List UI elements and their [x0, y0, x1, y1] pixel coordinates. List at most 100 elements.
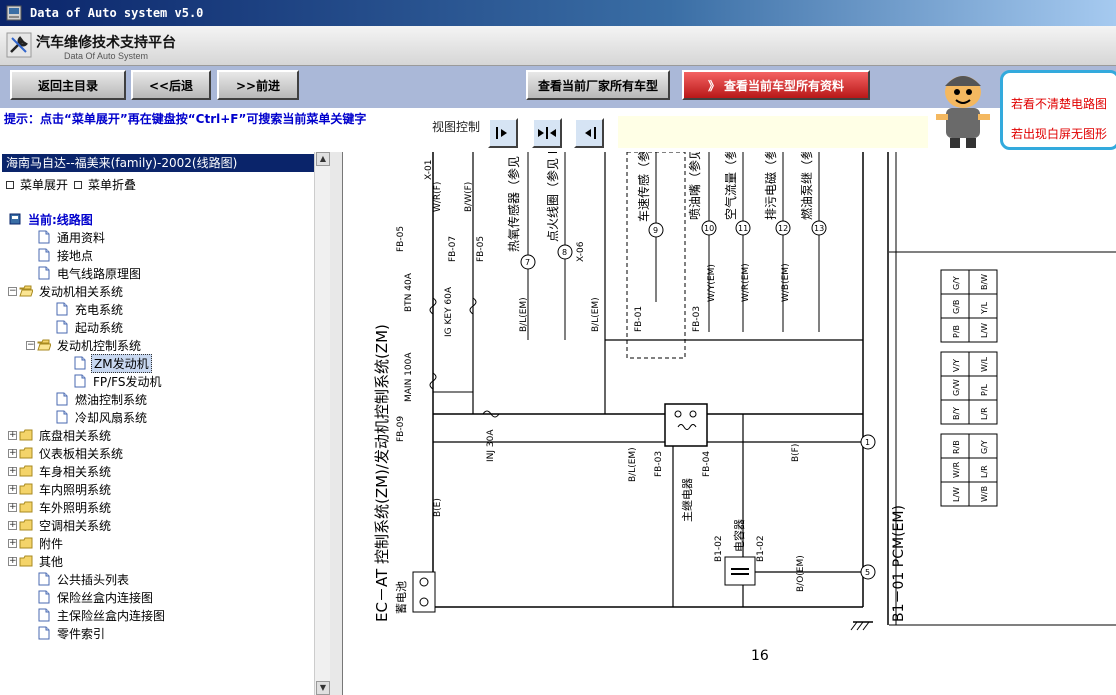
forward-button[interactable]: >>前进 — [217, 70, 299, 100]
tree-node-label: 起动系统 — [75, 320, 124, 335]
tree-node-label: 冷却风扇系统 — [75, 410, 148, 425]
tree-node[interactable]: + 其他 — [4, 552, 314, 570]
tree-node[interactable]: 主保险丝盒内连接图 — [4, 606, 314, 624]
capacitor — [724, 556, 756, 586]
tree-node[interactable]: FP/FS发动机 — [4, 372, 314, 390]
pane-splitter[interactable] — [330, 152, 342, 695]
window-title: Data of Auto system v5.0 — [30, 6, 204, 20]
wire-label: B(F) — [791, 444, 801, 462]
ref-circle: 9 — [648, 222, 664, 238]
tree-node[interactable]: + 空调相关系统 — [4, 516, 314, 534]
pcm-pin-label: G/Y — [980, 440, 989, 454]
view-split-button[interactable] — [532, 118, 562, 148]
expand-toggle-icon[interactable]: + — [8, 448, 17, 458]
tree-node[interactable]: − 发动机相关系统 — [4, 282, 314, 300]
tree-node[interactable]: + 附件 — [4, 534, 314, 552]
expand-toggle-icon[interactable]: + — [8, 538, 17, 548]
view-right-pane-button[interactable] — [574, 118, 604, 148]
tree-node-label: 电气线路原理图 — [57, 266, 142, 281]
expand-toggle-icon[interactable]: + — [8, 556, 17, 566]
tree-node[interactable]: 燃油控制系统 — [4, 390, 314, 408]
tree-node[interactable]: − 发动机控制系统 — [4, 336, 314, 354]
tree-node[interactable]: 接地点 — [4, 246, 314, 264]
tree-node[interactable]: ZM发动机 — [4, 353, 314, 373]
ref-circle: 7 — [520, 254, 536, 270]
page-number: 16 — [751, 648, 769, 664]
tree-node[interactable]: 冷却风扇系统 — [4, 408, 314, 426]
scroll-up-icon[interactable]: ▲ — [316, 152, 330, 166]
tree-node[interactable]: + 车外照明系统 — [4, 498, 314, 516]
wiring-diagram-view[interactable]: EC－AT 控制系统(ZM)/发动机控制系统(ZM) B1－01 PCM(EM)… — [342, 152, 1116, 695]
connector-id: B1-02 — [756, 535, 766, 562]
window-title-bar: Data of Auto system v5.0 — [0, 0, 1116, 26]
pcm-pin-label: W/R — [952, 461, 961, 478]
tree-node[interactable]: 当前:线路图 — [4, 210, 314, 228]
tree-node[interactable]: 起动系统 — [4, 318, 314, 336]
svg-text:11: 11 — [738, 224, 748, 233]
yellow-strip — [618, 116, 928, 148]
ref-circle: 10 — [701, 220, 717, 236]
ref-text: 空气流量（参见 B－ — [723, 152, 738, 220]
tree-node-label: 发动机控制系统 — [57, 338, 142, 353]
collapse-toggle-icon[interactable]: − — [26, 340, 35, 350]
connector-id: X-01 — [424, 160, 434, 180]
expand-toggle-icon[interactable]: + — [8, 520, 17, 530]
expand-toggle-icon[interactable]: + — [8, 484, 17, 494]
tree-node[interactable]: 通用资料 — [4, 228, 314, 246]
document-icon — [38, 626, 50, 640]
tree-node[interactable]: + 仪表板相关系统 — [4, 444, 314, 462]
svg-text:12: 12 — [778, 224, 788, 233]
pcm-pin-label: G/Y — [952, 276, 961, 290]
ref-circle: 1 — [860, 434, 876, 450]
expand-toggle-icon[interactable]: + — [8, 502, 17, 512]
tree-node[interactable]: + 底盘相关系统 — [4, 426, 314, 444]
folder-icon — [19, 447, 33, 459]
tree-node-label: 接地点 — [57, 248, 94, 263]
expand-toggle-icon[interactable]: + — [8, 466, 17, 476]
document-icon — [56, 392, 68, 406]
fuse-label: BTN 40A — [404, 272, 414, 312]
connector-id: FB-05 — [476, 236, 486, 262]
tree-node-label: 公共插头列表 — [57, 572, 130, 587]
tree-node-label: 零件索引 — [57, 626, 106, 641]
tree-node-label: FP/FS发动机 — [93, 374, 162, 389]
tree-node[interactable]: + 车身相关系统 — [4, 462, 314, 480]
folder-icon — [19, 537, 33, 549]
square-icon — [6, 180, 14, 189]
connector-id: FB-07 — [448, 236, 458, 262]
tree-node-label: 发动机相关系统 — [39, 284, 124, 299]
view-left-pane-button[interactable] — [488, 118, 518, 148]
wire-label: B(E) — [433, 498, 443, 517]
left-tree-panel: 海南马自达--福美来(family)-2002(线路图) 菜单展开 菜单折叠 当… — [0, 152, 330, 695]
tree-node-label: 当前:线路图 — [28, 212, 93, 227]
connector-id: FB-09 — [396, 416, 406, 442]
collapse-menu-link[interactable]: 菜单折叠 — [74, 176, 136, 193]
tree-node[interactable]: 公共插头列表 — [4, 570, 314, 588]
tree-node[interactable]: 充电系统 — [4, 300, 314, 318]
expand-menu-link[interactable]: 菜单展开 — [6, 176, 68, 193]
tree-scrollbar[interactable]: ▲ ▼ — [314, 152, 330, 695]
current-vehicle-crumb: 海南马自达--福美来(family)-2002(线路图) — [2, 154, 314, 172]
expand-toggle-icon[interactable]: + — [8, 430, 17, 440]
ref-text: 喷油嘴（参见 B－ — [687, 152, 702, 220]
tree-root-icon — [9, 213, 21, 225]
scroll-down-icon[interactable]: ▼ — [316, 681, 330, 695]
pcm-pin-label: G/W — [952, 379, 961, 396]
home-button[interactable]: 返回主目录 — [10, 70, 126, 100]
tree-node[interactable]: 保险丝盒内连接图 — [4, 588, 314, 606]
collapse-toggle-icon[interactable]: − — [8, 286, 17, 296]
current-model-button[interactable]: 》 查看当前车型所有资料 — [682, 70, 870, 100]
double-chevron-icon: 》 — [707, 78, 720, 93]
pcm-pin-label: W/B — [980, 486, 989, 502]
back-button[interactable]: <<后退 — [131, 70, 211, 100]
connector-id: FB-03 — [654, 451, 664, 477]
document-icon — [56, 410, 68, 424]
connector-id: FB-05 — [396, 226, 406, 252]
document-icon — [74, 374, 86, 388]
tree-node[interactable]: 零件索引 — [4, 624, 314, 642]
tree-node[interactable]: + 车内照明系统 — [4, 480, 314, 498]
pcm-pin-label: L/W — [952, 487, 961, 502]
all-models-button[interactable]: 查看当前厂家所有车型 — [526, 70, 670, 100]
tree-node-label: 车内照明系统 — [39, 482, 112, 497]
tree-node[interactable]: 电气线路原理图 — [4, 264, 314, 282]
